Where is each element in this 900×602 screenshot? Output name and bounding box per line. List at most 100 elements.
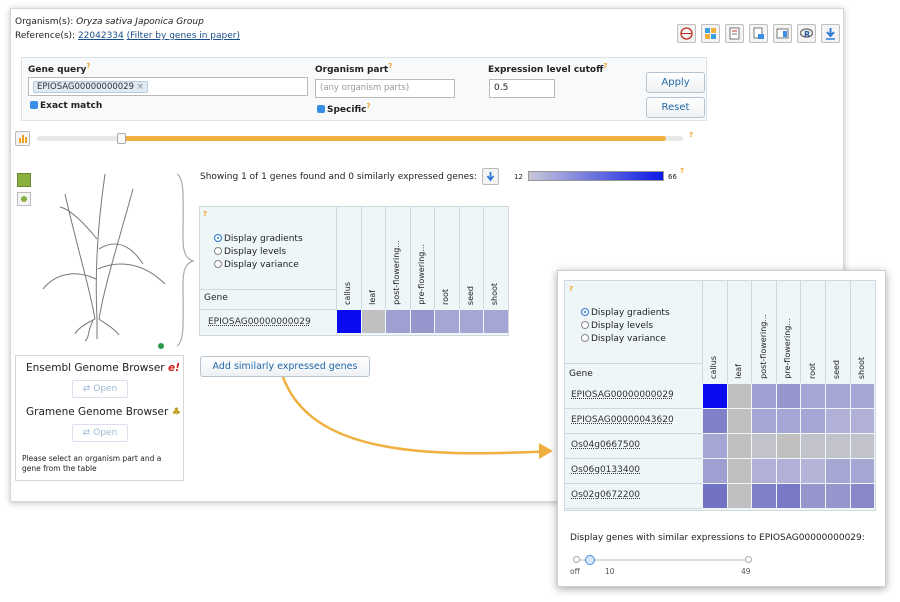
heatmap-cell[interactable] xyxy=(850,384,875,408)
gene-link[interactable]: Os04g0667500 xyxy=(571,440,640,450)
heatmap-cell[interactable] xyxy=(410,310,434,333)
zoom-display-levels-radio[interactable]: Display levels xyxy=(581,320,670,333)
heatmap-cell[interactable] xyxy=(703,384,727,408)
download-arrow-icon[interactable] xyxy=(821,24,840,43)
anatomogram-icon[interactable] xyxy=(17,173,31,187)
r-icon[interactable]: R xyxy=(797,24,816,43)
ensembl-open-button[interactable]: ⇄ Open xyxy=(72,380,128,398)
display-gradients-radio[interactable]: Display gradients xyxy=(214,233,303,246)
zoom-display-variance-radio[interactable]: Display variance xyxy=(581,333,670,346)
experiment-design-icon[interactable] xyxy=(725,24,744,43)
column-header-callus[interactable]: callus xyxy=(343,282,352,305)
heatmap-cell[interactable] xyxy=(703,459,727,483)
heatmap-icon[interactable] xyxy=(701,24,720,43)
heatmap-cell[interactable] xyxy=(752,459,776,483)
slider-fill xyxy=(123,136,667,141)
heatmap-cell[interactable] xyxy=(801,484,825,508)
heatmap-cell[interactable] xyxy=(826,384,850,408)
heatmap-cell[interactable] xyxy=(727,434,752,458)
genome-browser-panel: Ensembl Genome Browser e! ⇄ Open Gramene… xyxy=(15,355,184,481)
heatmap-cell[interactable] xyxy=(776,459,801,483)
heatmap-cell[interactable] xyxy=(801,459,825,483)
heatmap-cell[interactable] xyxy=(337,310,361,333)
reset-button[interactable]: Reset xyxy=(646,97,705,118)
similar-genes-slider[interactable] xyxy=(573,555,752,565)
heatmap-cell[interactable] xyxy=(850,434,875,458)
remove-tag-icon[interactable]: × xyxy=(137,82,144,92)
column-header-root[interactable]: root xyxy=(808,363,817,379)
heatmap-cell[interactable] xyxy=(850,459,875,483)
microscope-icon[interactable] xyxy=(17,192,31,206)
apply-button[interactable]: Apply xyxy=(646,72,705,93)
column-header-root[interactable]: root xyxy=(441,289,450,305)
heatmap-cell[interactable] xyxy=(826,484,850,508)
specific-checkbox[interactable]: Specific? xyxy=(317,102,371,115)
chart-toggle-icon[interactable] xyxy=(15,131,30,146)
gene-link[interactable]: Os02g0672200 xyxy=(571,490,640,500)
heatmap-cell[interactable] xyxy=(727,384,752,408)
gramene-open-button[interactable]: ⇄ Open xyxy=(72,424,128,442)
column-header-leaf[interactable]: leaf xyxy=(734,364,743,379)
heatmap-cell[interactable] xyxy=(850,484,875,508)
column-header-shoot[interactable]: shoot xyxy=(490,283,499,305)
heatmap-cell[interactable] xyxy=(703,434,727,458)
display-levels-radio[interactable]: Display levels xyxy=(214,246,303,259)
heatmap-cell[interactable] xyxy=(776,409,801,433)
download-icon[interactable] xyxy=(749,24,768,43)
column-header-preflowering[interactable]: pre-flowering... xyxy=(783,318,792,379)
filter-by-genes-link[interactable]: (Filter by genes in paper) xyxy=(127,31,240,41)
heatmap-cell[interactable] xyxy=(752,384,776,408)
slider-handle[interactable] xyxy=(117,133,126,144)
gene-link[interactable]: EPIOSAG00000000029 xyxy=(208,317,311,327)
heatmap-cell[interactable] xyxy=(727,409,752,433)
heatmap-cell[interactable] xyxy=(459,310,483,333)
reference-link[interactable]: 22042334 xyxy=(78,31,124,41)
layout-icon[interactable] xyxy=(773,24,792,43)
organism-value: Oryza sativa Japonica Group xyxy=(76,17,204,27)
heatmap-cell[interactable] xyxy=(776,434,801,458)
column-header-callus[interactable]: callus xyxy=(709,356,718,379)
heatmap-cell[interactable] xyxy=(826,459,850,483)
column-header-shoot[interactable]: shoot xyxy=(857,357,866,379)
heatmap-cell[interactable] xyxy=(801,434,825,458)
gene-link[interactable]: EPIOSAG00000043620 xyxy=(571,415,674,425)
column-header-seed[interactable]: seed xyxy=(466,286,475,305)
column-header-preflowering[interactable]: pre-flowering... xyxy=(417,244,426,305)
gene-query-input[interactable]: EPIOSAG00000000029 × xyxy=(28,77,308,96)
zoom-display-gradients-radio[interactable]: Display gradients xyxy=(581,307,670,320)
heatmap-cell[interactable] xyxy=(727,459,752,483)
organism-label: Organism(s): xyxy=(15,17,74,27)
heatmap-cell[interactable] xyxy=(826,434,850,458)
heatmap-cell[interactable] xyxy=(752,484,776,508)
display-variance-radio[interactable]: Display variance xyxy=(214,259,303,272)
cutoff-input[interactable]: 0.5 xyxy=(489,79,555,98)
heatmap-cell[interactable] xyxy=(435,310,459,333)
gene-link[interactable]: EPIOSAG00000000029 xyxy=(571,390,674,400)
heatmap-cell[interactable] xyxy=(826,409,850,433)
organism-part-input[interactable]: (any organism parts) xyxy=(315,79,455,98)
similar-slider-handle[interactable] xyxy=(585,555,595,565)
heatmap-cell[interactable] xyxy=(386,310,410,333)
heatmap-cell[interactable] xyxy=(801,409,825,433)
heatmap-cell[interactable] xyxy=(752,434,776,458)
column-header-leaf[interactable]: leaf xyxy=(368,290,377,305)
download-results-icon[interactable] xyxy=(482,168,499,185)
exact-match-checkbox[interactable]: Exact match xyxy=(30,101,102,111)
heatmap-cell[interactable] xyxy=(484,310,508,333)
heatmap-cell[interactable] xyxy=(801,384,825,408)
heatmap-cell[interactable] xyxy=(776,384,801,408)
heatmap-cell[interactable] xyxy=(752,409,776,433)
heatmap-cell[interactable] xyxy=(703,484,727,508)
heatmap-cell[interactable] xyxy=(850,409,875,433)
column-header-seed[interactable]: seed xyxy=(832,360,841,379)
heatmap-cell[interactable] xyxy=(727,484,752,508)
heatmap-cell[interactable] xyxy=(776,484,801,508)
globe-icon[interactable] xyxy=(677,24,696,43)
column-header-postflowering[interactable]: post-flowering... xyxy=(759,314,768,379)
heatmap-table: ? Display gradients Display levels Displ… xyxy=(199,206,509,336)
expression-slider[interactable] xyxy=(37,133,683,144)
gene-link[interactable]: Os06g0133400 xyxy=(571,465,640,475)
heatmap-cell[interactable] xyxy=(703,409,727,433)
heatmap-cell[interactable] xyxy=(361,310,385,333)
column-header-postflowering[interactable]: post-flowering... xyxy=(392,240,401,305)
